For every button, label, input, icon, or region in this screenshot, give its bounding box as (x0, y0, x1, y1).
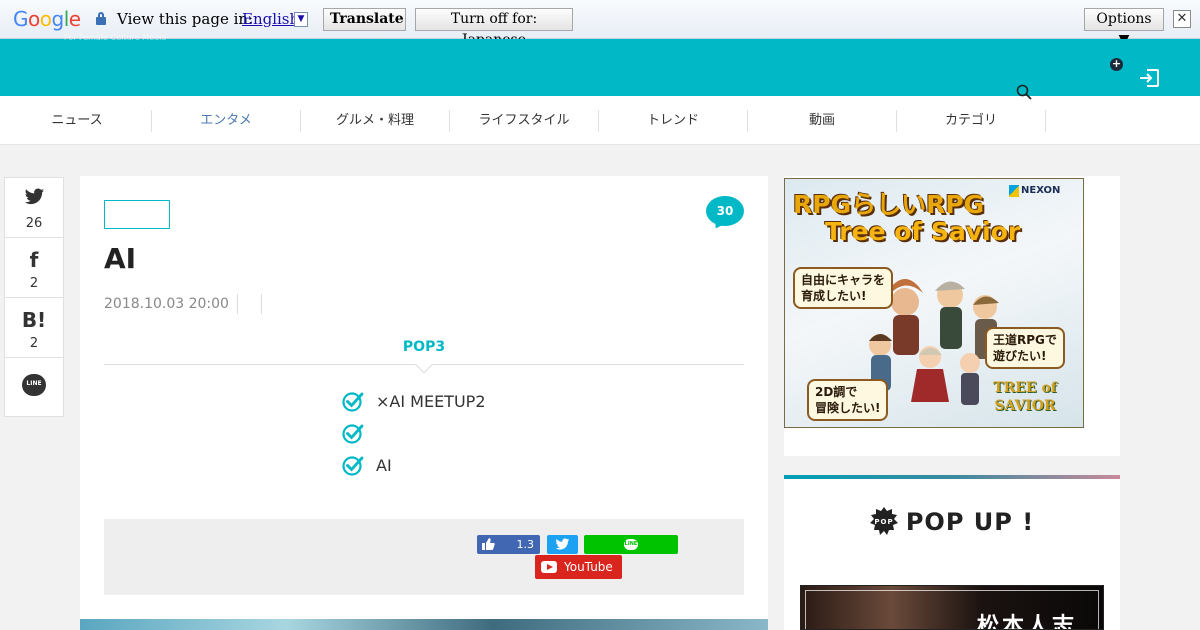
pop3-item: ×AI MEETUP2 (342, 389, 486, 413)
hatena-share[interactable]: B! 2 (5, 298, 63, 358)
twitter-share[interactable]: 26 (5, 178, 63, 238)
divider (261, 294, 262, 314)
facebook-like-button[interactable]: 1.3 (477, 535, 540, 554)
ad-banner[interactable]: NEXON RPGらしいRPG Tree of Savior 自由にキャラを 育… (784, 178, 1084, 428)
plus-icon[interactable]: + (1110, 58, 1123, 71)
pop3-item-text: ×AI MEETUP2 (376, 391, 486, 411)
facebook-like-count: 1.3 (516, 538, 535, 551)
twitter-icon (555, 538, 570, 550)
comment-count: 30 (706, 196, 744, 226)
nav-item-gourmet[interactable]: グルメ・料理 (301, 110, 450, 132)
divider-notch (415, 356, 433, 374)
line-icon: LINE (22, 374, 46, 396)
ad-game-title: Tree of Savior (825, 217, 1021, 246)
youtube-label: YouTube (564, 560, 613, 574)
login-icon[interactable] (1138, 68, 1160, 88)
nav-item-lifestyle[interactable]: ライフスタイル (450, 110, 599, 132)
comment-badge[interactable]: 30 (706, 196, 744, 232)
line-icon-text: LINE (26, 380, 42, 387)
search-icon[interactable] (1016, 84, 1032, 100)
language-dropdown-icon[interactable]: ▼ (294, 12, 308, 27)
logo-letter: o (28, 7, 40, 31)
twitter-count: 26 (25, 216, 43, 231)
hatena-icon: B! (21, 308, 47, 332)
lock-icon (96, 12, 106, 26)
facebook-icon: f (29, 248, 39, 272)
google-logo: Google (13, 7, 81, 31)
nav-item-category[interactable]: カテゴリ (897, 110, 1046, 132)
ad-speech-bubble: 自由にキャラを 育成したい! (793, 267, 894, 309)
nav-item-entertainment[interactable]: エンタメ (152, 110, 301, 132)
share-sidebar: 26 f 2 B! 2 LINE (4, 177, 64, 417)
tree-of-savior-logo: TREE of SAVIOR (993, 380, 1057, 414)
article-date: 2018.10.03 20:00 (104, 296, 229, 312)
translate-button[interactable]: Translate (323, 8, 406, 31)
language-link[interactable]: English (242, 10, 299, 28)
translate-prompt: View this page in: (117, 10, 254, 28)
close-icon[interactable]: ✕ (1173, 10, 1191, 28)
thumbnail-caption: 松本人志 (977, 614, 1078, 630)
logo-letter: e (68, 7, 81, 31)
twitter-icon (24, 188, 45, 205)
line-icon: LINE (624, 539, 638, 550)
facebook-share[interactable]: f 2 (5, 238, 63, 298)
popup-widget: POP POP UP ! 松本人志 (784, 475, 1120, 630)
turn-off-button[interactable]: Turn off for: Japanese (415, 8, 573, 48)
pop3-item (342, 421, 376, 445)
ad-speech-bubble: 王道RPGで 遊びたい! (985, 327, 1065, 369)
nav-item-trend[interactable]: トレンド (599, 110, 748, 132)
facebook-count: 2 (29, 276, 39, 291)
pop3-item-text: AI (376, 455, 392, 475)
check-icon (342, 424, 364, 444)
article-card: 30 AI 2018.10.03 20:00 POP3 ×AI MEETUP2 … (80, 176, 768, 630)
options-button[interactable]: Options ▼ (1084, 8, 1164, 48)
pop3-item: AI (342, 453, 392, 477)
hero-image (80, 619, 768, 630)
twitter-tweet-button[interactable] (547, 535, 578, 554)
thumbs-up-icon (482, 538, 495, 550)
ad-brand: NEXON (1021, 185, 1061, 196)
site-tagline: For Female Culture Media (64, 33, 167, 42)
ad-headline: RPGらしいRPG (793, 190, 985, 219)
translate-bar: Google View this page in: English ▼ Tran… (0, 0, 1200, 48)
check-icon (342, 392, 364, 412)
category-label[interactable] (104, 200, 170, 229)
pop-badge-text: POP (874, 518, 893, 526)
youtube-subscribe-button[interactable]: YouTube (535, 555, 622, 579)
line-share-button[interactable]: LINE (584, 535, 678, 554)
nav-item-news[interactable]: ニュース (3, 110, 152, 132)
popup-accent-bar (784, 475, 1120, 479)
pop3-heading: POP3 (402, 339, 446, 355)
article-title: AI (104, 242, 137, 275)
line-share[interactable]: LINE (5, 358, 63, 416)
popup-title: POP UP ! (905, 508, 1035, 536)
pop-badge-icon: POP (869, 507, 898, 535)
popup-heading: POP POP UP ! (784, 507, 1120, 536)
nav-item-video[interactable]: 動画 (748, 110, 897, 132)
check-icon (342, 456, 364, 476)
logo-letter: o (39, 7, 52, 31)
youtube-play-icon (541, 561, 557, 573)
logo-letter: G (13, 7, 29, 31)
hatena-count: 2 (29, 336, 39, 351)
nexon-logo-icon (1009, 185, 1019, 197)
divider (237, 294, 238, 314)
share-box: 1.3 LINE YouTube (104, 519, 744, 595)
popup-article-thumbnail[interactable]: 松本人志 (800, 585, 1104, 630)
logo-letter: g (51, 7, 65, 31)
ad-speech-bubble: 2D調で 冒険したい! (807, 379, 889, 421)
